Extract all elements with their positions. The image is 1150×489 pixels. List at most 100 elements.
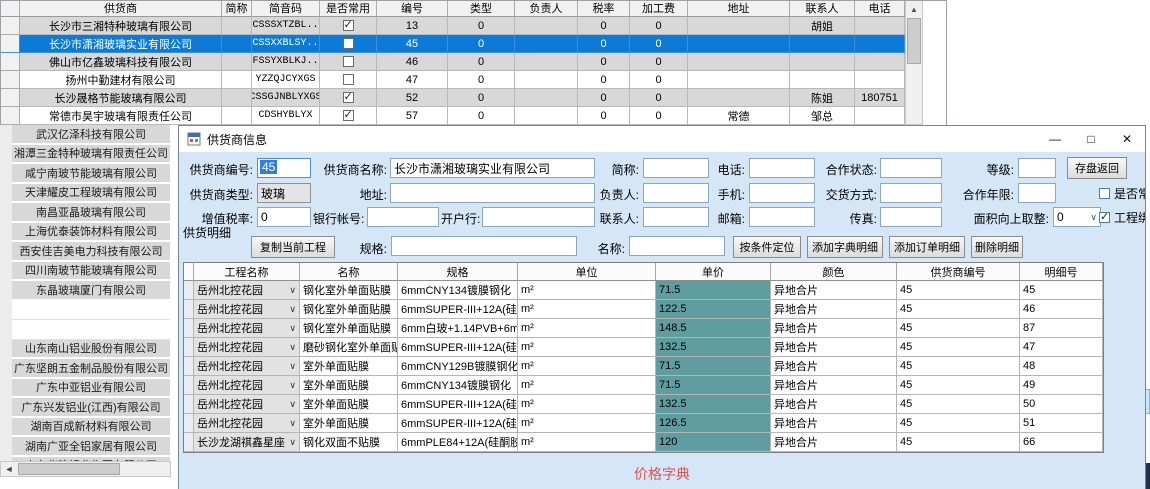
cell-name[interactable]: 钢化室外单面贴膜	[300, 319, 398, 338]
project-combobox[interactable]: 岳州北控花园∨	[194, 338, 300, 357]
cell-supplier_no[interactable]: 45	[897, 357, 1020, 376]
detail-row[interactable]: 岳州北控花园∨钢化室外单面贴膜6mmCNY134镀膜钢化m²71.5异地合片45…	[184, 281, 1103, 300]
project-combobox[interactable]: 岳州北控花园∨	[194, 395, 300, 414]
column-header[interactable]: 单位	[518, 263, 656, 281]
supplier-row[interactable]: 长沙晟格节能玻璃有限公司CSSGJNBLYXGS52000陈姐180751	[0, 89, 905, 107]
cell-spec[interactable]: 6mmCNY134镀膜钢化	[398, 376, 518, 395]
coop-status-input[interactable]	[880, 158, 942, 178]
phone-input[interactable]	[749, 158, 815, 178]
cell-spec[interactable]: 6mmSUPER-III+12A(硅...	[398, 395, 518, 414]
project-combobox[interactable]: 岳州北控花园∨	[194, 376, 300, 395]
horizontal-scrollbar[interactable]: ◄	[0, 461, 171, 477]
supplier-list-item[interactable]: 上海优泰装饰材料有限公司	[12, 223, 170, 243]
supplier-row[interactable]: 长沙市潇湘玻璃实业有限公司CSSXXBLSY..45000	[0, 35, 905, 53]
cell-spec[interactable]: 6mmPLE84+12A(硅酮胶...	[398, 433, 518, 452]
cell-detail_no[interactable]: 51	[1020, 414, 1103, 433]
checkbox-icon[interactable]	[343, 56, 354, 67]
column-header[interactable]: 规格	[398, 263, 518, 281]
cell-abbr[interactable]	[222, 89, 252, 107]
cell-supplier_no[interactable]: 45	[897, 433, 1020, 452]
cell-color[interactable]: 异地合片	[771, 300, 897, 319]
cell-detail_no[interactable]: 46	[1020, 300, 1103, 319]
cell-supplier_no[interactable]: 45	[897, 300, 1020, 319]
cell-name[interactable]: 室外单面贴膜	[300, 357, 398, 376]
cell-detail_no[interactable]: 48	[1020, 357, 1103, 376]
supplier-list-item[interactable]: 湖南广亚全铝家居有限公司	[12, 437, 170, 457]
cell-name[interactable]: 磨砂钢化室外单面贴膜	[300, 338, 398, 357]
cell-address[interactable]	[688, 89, 790, 107]
cell-spec[interactable]: 6mmSUPER-III+12A(硅...	[398, 300, 518, 319]
common-use-cell[interactable]	[320, 107, 377, 125]
cell-unit[interactable]: m²	[518, 281, 656, 300]
cell-type[interactable]: 0	[448, 35, 515, 53]
chevron-down-icon[interactable]: ∨	[289, 418, 296, 429]
cell-color[interactable]: 异地合片	[771, 338, 897, 357]
contact-input[interactable]	[643, 207, 709, 227]
cell-detail_no[interactable]: 49	[1020, 376, 1103, 395]
supplier-list-item[interactable]: 山东南山铝业股份有限公司	[12, 340, 170, 360]
cell-type[interactable]: 0	[448, 107, 515, 125]
column-header[interactable]: 加工费	[630, 0, 688, 17]
chevron-down-icon[interactable]: ∨	[289, 399, 296, 410]
cell-color[interactable]: 异地合片	[771, 414, 897, 433]
column-header[interactable]: 税率	[578, 0, 630, 17]
detail-row[interactable]: 岳州北控花园∨室外单面贴膜6mmCNY134镀膜钢化m²71.5异地合片4549	[184, 376, 1103, 395]
cell-address[interactable]	[688, 53, 790, 71]
project-combobox[interactable]: 岳州北控花园∨	[194, 319, 300, 338]
column-header[interactable]: 联系人	[790, 0, 855, 17]
checkbox-icon[interactable]	[343, 110, 354, 121]
cell-tax_rate[interactable]: 0	[578, 71, 630, 89]
cell-color[interactable]: 异地合片	[771, 281, 897, 300]
cell-abbr[interactable]	[222, 53, 252, 71]
supplier-list-empty-row[interactable]	[12, 301, 170, 321]
cell-phone[interactable]	[855, 53, 905, 71]
cell-name[interactable]: 室外单面贴膜	[300, 414, 398, 433]
common-use-cell[interactable]	[320, 89, 377, 107]
cell-unit[interactable]: m²	[518, 414, 656, 433]
checkbox-icon[interactable]	[343, 74, 354, 85]
cell-process_fee[interactable]: 0	[630, 35, 688, 53]
supplier-list-item[interactable]: 广东中亚铝业有限公司	[12, 379, 170, 399]
cell-number[interactable]: 13	[377, 17, 448, 35]
cell-price[interactable]: 122.5	[656, 300, 771, 319]
cell-supplier[interactable]: 长沙市三湘特种玻璃有限公司	[20, 17, 222, 35]
fax-input[interactable]	[880, 207, 942, 227]
cell-contact[interactable]: 陈姐	[790, 89, 855, 107]
cell-manager[interactable]	[515, 35, 578, 53]
cell-price[interactable]: 71.5	[656, 357, 771, 376]
common-use-cell[interactable]	[320, 53, 377, 71]
cell-manager[interactable]	[515, 53, 578, 71]
column-header[interactable]: 供货商	[20, 0, 222, 17]
cell-code[interactable]: CDSHYBLYX	[252, 107, 320, 125]
bank-account-input[interactable]	[367, 207, 439, 227]
cell-abbr[interactable]	[222, 17, 252, 35]
scrollbar-thumb[interactable]	[907, 18, 921, 64]
detail-row[interactable]: 岳州北控花园∨钢化室外单面贴膜6mm白玻+1.14PVB+6mm...m²148…	[184, 319, 1103, 338]
cell-contact[interactable]: 邹总	[790, 107, 855, 125]
column-header[interactable]: 电话	[855, 0, 905, 17]
cell-abbr[interactable]	[222, 35, 252, 53]
cell-code[interactable]: CSSGJNBLYXGS	[252, 89, 320, 107]
cell-code[interactable]: FSSYXBLKJ..	[252, 53, 320, 71]
close-button[interactable]: ✕	[1109, 126, 1145, 152]
cell-phone[interactable]	[855, 107, 905, 125]
project-bind-checkbox[interactable]: 工程绑定	[1099, 209, 1146, 226]
cell-detail_no[interactable]: 47	[1020, 338, 1103, 357]
common-use-cell[interactable]	[320, 71, 377, 89]
cell-number[interactable]: 45	[377, 35, 448, 53]
cell-phone[interactable]: 180751	[855, 89, 905, 107]
cell-name[interactable]: 钢化室外单面贴膜	[300, 300, 398, 319]
cell-contact[interactable]	[790, 35, 855, 53]
supplier-row[interactable]: 佛山市亿鑫玻璃科技有限公司FSSYXBLKJ..46000	[0, 53, 905, 71]
common-use-checkbox[interactable]: 是否常用	[1099, 185, 1146, 202]
add-order-detail-button[interactable]: 添加订单明细	[889, 236, 965, 258]
cell-abbr[interactable]	[222, 107, 252, 125]
cell-unit[interactable]: m²	[518, 357, 656, 376]
coop-years-input[interactable]	[1018, 183, 1056, 203]
cell-process_fee[interactable]: 0	[630, 17, 688, 35]
cell-name[interactable]: 室外单面贴膜	[300, 395, 398, 414]
cell-number[interactable]: 52	[377, 89, 448, 107]
cell-supplier[interactable]: 长沙晟格节能玻璃有限公司	[20, 89, 222, 107]
email-input[interactable]	[749, 207, 815, 227]
column-header[interactable]: 明细号	[1020, 263, 1103, 281]
